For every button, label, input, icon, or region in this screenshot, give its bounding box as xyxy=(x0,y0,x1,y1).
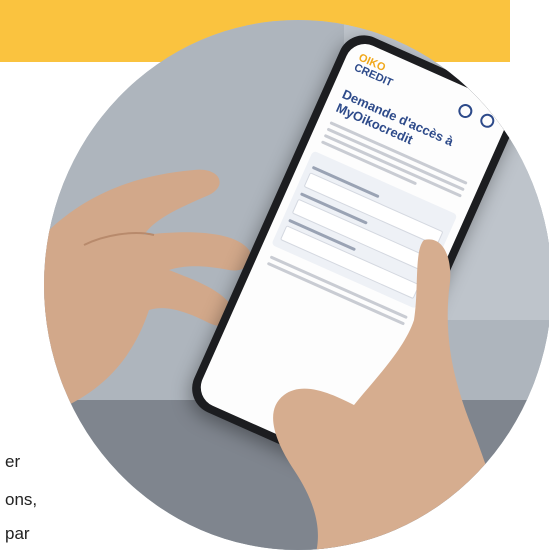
menu-icon xyxy=(478,111,497,131)
search-icon xyxy=(456,101,475,121)
text-fragment-2: ons, xyxy=(5,490,38,509)
text-fragment-1: er xyxy=(5,452,21,471)
oikocredit-logo: OIKO CREDIT xyxy=(352,52,398,90)
hero-photo: OIKO CREDIT Demande d'accès à MyOikocred… xyxy=(44,20,549,550)
right-hand xyxy=(273,239,512,550)
text-fragment-3: par xyxy=(5,524,30,543)
